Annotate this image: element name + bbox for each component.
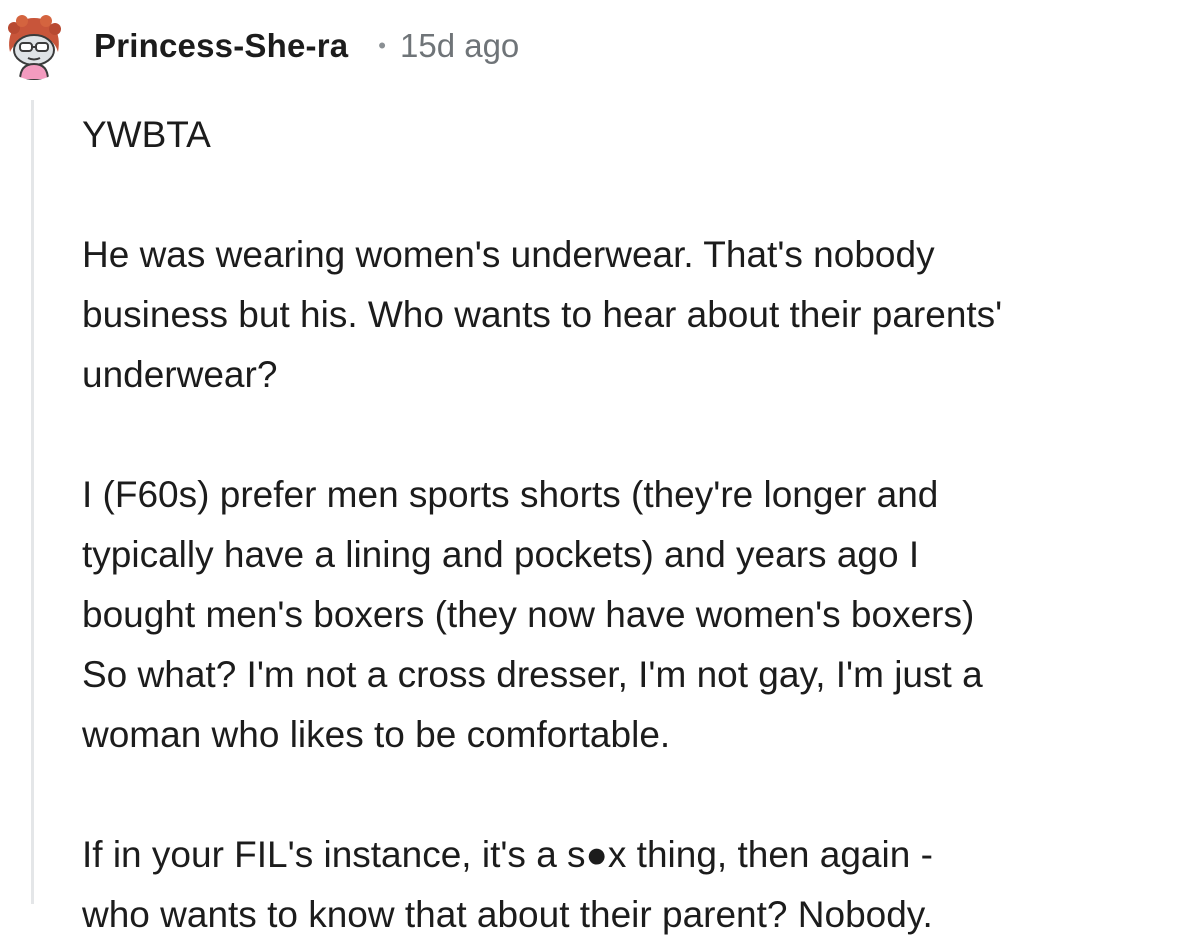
comment-paragraph: YWBTA (82, 114, 211, 155)
comment-timestamp[interactable]: 15d ago (400, 27, 519, 65)
comment-paragraph: He was wearing women's underwear. That's… (82, 234, 1003, 395)
meta-separator: • (378, 33, 386, 58)
author-username[interactable]: Princess-She-ra (94, 27, 348, 65)
thread-collapse-line[interactable] (31, 100, 34, 904)
comment-paragraph: I (F60s) prefer men sports shorts (they'… (82, 474, 983, 755)
comment-header: Princess-She-ra • 15d ago (0, 8, 519, 84)
comment-body: YWBTA He was wearing women's underwear. … (82, 105, 1172, 945)
comment: Princess-She-ra • 15d ago YWBTA He was w… (0, 0, 1177, 935)
snoo-avatar-icon[interactable] (0, 12, 68, 80)
comment-paragraph: If in your FIL's instance, it's a s●x th… (82, 834, 933, 935)
